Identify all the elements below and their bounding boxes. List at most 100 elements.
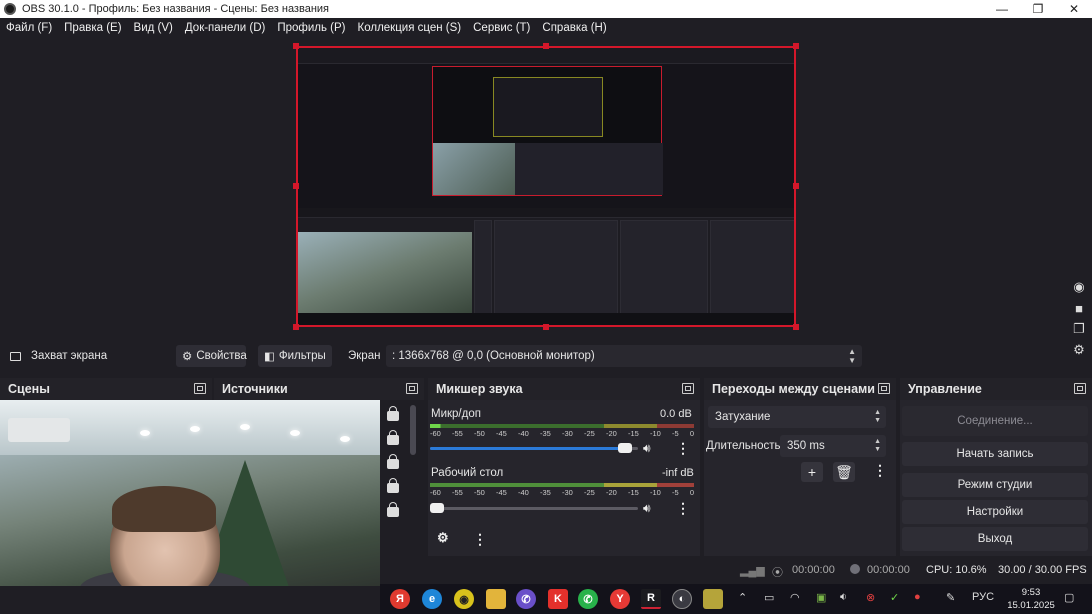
copy-icon[interactable]: ❐ [1070,320,1088,338]
edge-icon[interactable]: e [422,589,442,609]
menu-docks[interactable]: Док-панели (D) [185,22,265,34]
maximize-button[interactable]: ❐ [1020,0,1056,18]
resize-handle[interactable] [293,324,299,330]
menu-edit[interactable]: Правка (E) [64,22,121,34]
wifi-icon[interactable]: ◠ [790,591,800,604]
float-icon[interactable] [406,383,418,394]
clock[interactable]: 9:53 15.01.2025 [1006,586,1056,612]
video-camera-icon[interactable]: ■ [1070,299,1088,317]
menu-file[interactable]: Файл (F) [6,22,52,34]
speaker-icon[interactable]: 🔊︎ [643,441,651,456]
connect-button[interactable]: Соединение... [902,406,1088,436]
mixer-channel-name: Рабочий стол [431,467,504,479]
screen-select[interactable]: : 1366x768 @ 0,0 (Основной монитор) ▲ ▼ [386,345,862,367]
person-hair [112,486,216,532]
source-toolbar: Захват экрана ⚙ Свойства ◧ Фильтры Экран… [0,344,1092,368]
volume-slider[interactable] [430,503,638,513]
lock-icon[interactable] [387,430,399,445]
battery-icon[interactable]: ▭ [764,591,774,604]
rustore-icon[interactable]: R [641,589,661,609]
tick-label: -40 [518,488,529,497]
tick-label: -10 [650,429,661,438]
close-button[interactable]: ✕ [1056,0,1092,18]
lock-icon[interactable] [387,454,399,469]
folder-icon[interactable] [486,589,506,609]
duration-spinbox[interactable]: 350 ms ▲ ▼ [780,435,886,457]
tick-label: -25 [584,488,595,497]
whatsapp-icon[interactable]: ✆ [578,589,598,609]
resize-handle[interactable] [543,324,549,330]
float-icon[interactable] [1074,383,1086,394]
resize-handle[interactable] [293,183,299,189]
filters-button[interactable]: ◧ Фильтры [258,345,332,367]
updown-icon: ▲ ▼ [848,347,856,365]
resize-handle[interactable] [793,324,799,330]
obs-taskbar-icon[interactable]: ◐ [672,589,692,609]
volume-slider[interactable] [430,443,638,453]
yandex-icon[interactable]: Я [390,589,410,609]
pen-icon[interactable]: ✎ [946,591,955,604]
studio-mode-button[interactable]: Режим студии [902,473,1088,497]
preview-area: ◉ ■ ❐ ⚙ [0,38,1092,357]
controls-title: Управление [908,382,982,396]
transition-select[interactable]: Затухание ▲ ▼ [708,406,886,428]
tick-label: -10 [650,488,661,497]
speaker-icon[interactable]: 🔊︎ [643,501,651,516]
resize-handle[interactable] [293,43,299,49]
tick-label: -60 [430,488,441,497]
more-icon[interactable]: ⋮ [473,531,487,548]
check-icon[interactable]: ✓ [890,591,899,604]
properties-button[interactable]: ⚙ Свойства [176,345,247,367]
lock-icon[interactable] [387,406,399,421]
preview-canvas[interactable] [296,46,796,327]
volume-icon[interactable]: 🔉︎ [840,591,847,604]
antivirus-icon[interactable]: ⊗ [866,591,875,604]
chevron-up-icon[interactable]: ⌃ [738,591,747,604]
resize-handle[interactable] [543,43,549,49]
tick-label: 0 [689,429,694,438]
clock-date: 15.01.2025 [1007,600,1055,611]
menu-help[interactable]: Справка (H) [542,22,606,34]
float-icon[interactable] [194,383,206,394]
volume-knob[interactable] [618,443,632,453]
resize-handle[interactable] [793,43,799,49]
settings-button[interactable]: Настройки [902,500,1088,524]
notification-icon[interactable]: ▢ [1064,591,1074,604]
float-icon[interactable] [682,383,694,394]
language-indicator[interactable]: РУС [972,591,994,603]
nvidia-icon[interactable]: ▣ [816,591,826,604]
minimize-button[interactable]: — [984,0,1020,18]
more-icon[interactable]: ⋮ [676,440,690,457]
start-recording-button[interactable]: Начать запись [902,442,1088,466]
remove-transition-button[interactable]: 🗑︎ [833,462,855,482]
updown-icon[interactable]: ▲ ▼ [874,438,881,454]
record-time: 00:00:00 [867,564,910,576]
camera-icon[interactable]: ◉ [1070,278,1088,296]
game-icon[interactable] [703,589,723,609]
webcam-overlay [0,400,380,586]
yandex-browser-icon[interactable]: Y [610,589,630,609]
duration-label: Длительность [706,440,781,452]
lock-icon[interactable] [387,502,399,517]
lock-icon[interactable] [387,478,399,493]
float-icon[interactable] [878,383,890,394]
exit-button[interactable]: Выход [902,527,1088,551]
record-tray-icon[interactable]: ● [914,591,921,603]
menu-profile[interactable]: Профиль (P) [277,22,345,34]
viber-icon[interactable]: ✆ [516,589,536,609]
resize-handle[interactable] [793,183,799,189]
meter-ticks: -60 -55 -50 -45 -40 -35 -30 -25 -20 -15 -10 -5 0 [430,488,694,497]
add-transition-button[interactable]: + [801,462,823,482]
menu-view[interactable]: Вид (V) [134,22,173,34]
more-icon[interactable]: ⋮ [676,500,690,517]
kaspersky-icon[interactable]: K [548,589,568,609]
transitions-title: Переходы между сценами [712,382,875,396]
sources-scrollbar[interactable] [410,405,416,455]
fps: 30.00 / 30.00 FPS [998,564,1087,576]
gear-icon[interactable]: ⚙ [437,530,449,546]
more-icon[interactable]: ⋮ [873,462,887,479]
menu-scene-collection[interactable]: Коллекция сцен (S) [358,22,462,34]
beeline-icon[interactable]: ◉ [454,589,474,609]
menu-tools[interactable]: Сервис (T) [473,22,530,34]
volume-knob[interactable] [430,503,444,513]
